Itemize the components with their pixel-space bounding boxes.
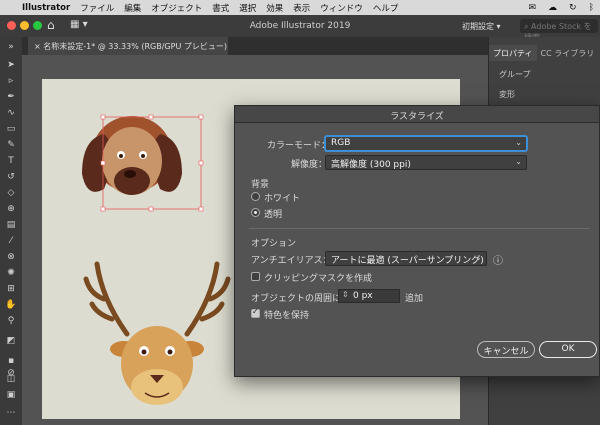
zoom-tool-icon[interactable]: ⚲	[4, 315, 18, 327]
clipping-mask-label[interactable]: クリッピングマスクを作成	[264, 271, 372, 284]
close-tab-icon[interactable]: ×	[34, 42, 43, 51]
resolution-label: 解像度：	[291, 160, 328, 170]
panel-section-group: グループ	[499, 70, 531, 79]
dialog-title: ラスタライズ	[235, 106, 599, 123]
color-mode-select[interactable]: RGB ⌄	[325, 136, 527, 151]
rasterize-dialog: ラスタライズ カラーモード： RGB ⌄ 解像度： 高解像度 (300 ppi)…	[234, 105, 600, 377]
direct-selection-tool-icon[interactable]: ▹	[4, 75, 18, 87]
bg-white-label[interactable]: ホワイト	[264, 191, 300, 204]
panel-section-transform: 変形	[499, 90, 515, 99]
bg-transparent-radio[interactable]	[251, 208, 260, 217]
menubar: Illustrator ファイル 編集 オブジェクト 書式 選択 効果 表示 ウ…	[0, 0, 600, 15]
type-tool-icon[interactable]: T	[4, 155, 18, 167]
artboard-tool-icon[interactable]: ⊞	[4, 283, 18, 295]
app-bar: ⌂ ▦ ▾ Adobe Illustrator 2019 初期設定 ▾ ⌕ Ad…	[0, 15, 600, 42]
workspace-preset[interactable]: 初期設定 ▾	[462, 21, 501, 32]
add-around-label: オブジェクトの周囲に	[251, 294, 342, 304]
menu-type[interactable]: 書式	[212, 2, 229, 14]
tools-panel: » ➤ ▹ ✒ ∿ ▭ ✎ T ↺ ◇ ⊕ ▤ ⁄ ⊗ ✺ ⊞ ✋ ⚲ ◩ ▪ …	[0, 37, 22, 425]
color-mode-label: カラーモード：	[267, 141, 331, 151]
ok-button[interactable]: OK	[539, 341, 597, 358]
search-icon: ⌕	[524, 22, 532, 31]
info-icon[interactable]: ⓘ	[493, 252, 503, 267]
menu-edit[interactable]: 編集	[124, 2, 141, 14]
menu-view[interactable]: 表示	[293, 2, 310, 14]
tab-properties[interactable]: プロパティ	[489, 45, 537, 61]
dog-head-artwork	[82, 114, 204, 212]
menu-select[interactable]: 選択	[239, 2, 256, 14]
selection-tool-icon[interactable]: ➤	[4, 59, 18, 71]
color-mode-value: RGB	[331, 138, 351, 148]
gradient-tool-icon[interactable]: ▤	[4, 219, 18, 231]
add-suffix: 追加	[405, 294, 424, 304]
antialias-label: アンチエイリアス：	[251, 256, 332, 266]
sync-icon[interactable]: ↻	[569, 3, 577, 13]
mail-icon[interactable]: ✉	[529, 3, 537, 13]
menu-app-name[interactable]: Illustrator	[22, 3, 70, 13]
resolution-value: 高解像度 (300 ppi)	[331, 160, 411, 170]
more-tools-icon[interactable]: ⋯	[4, 407, 18, 419]
options-heading: オプション	[251, 239, 297, 249]
eyedropper-tool-icon[interactable]: ⁄	[4, 235, 18, 247]
drawing-mode-icon[interactable]: ◫	[4, 373, 18, 385]
document-tab-bar: × 名称未設定-1* @ 33.33% (RGB/GPU プレビュー)	[22, 37, 488, 55]
menu-window[interactable]: ウィンドウ	[320, 2, 363, 14]
screen-mode-icon[interactable]: ▣	[4, 389, 18, 401]
add-around-input[interactable]: ⇕ 0 px	[338, 289, 400, 303]
rectangle-tool-icon[interactable]: ▭	[4, 123, 18, 135]
rotate-tool-icon[interactable]: ↺	[4, 171, 18, 183]
add-around-value: 0 px	[353, 291, 373, 301]
document-tab[interactable]: × 名称未設定-1* @ 33.33% (RGB/GPU プレビュー)	[28, 37, 228, 55]
symbol-sprayer-tool-icon[interactable]: ✺	[4, 267, 18, 279]
paintbrush-tool-icon[interactable]: ✎	[4, 139, 18, 151]
color-mode-icons[interactable]: ▪ ⊘	[4, 355, 18, 378]
chevron-down-icon: ⌄	[515, 138, 522, 147]
eraser-tool-icon[interactable]: ◇	[4, 187, 18, 199]
chevron-down-icon: ⌄	[475, 253, 482, 262]
stepper-icon[interactable]: ⇕	[342, 290, 349, 299]
resolution-select[interactable]: 高解像度 (300 ppi) ⌄	[325, 155, 527, 170]
bg-transparent-label[interactable]: 透明	[264, 207, 282, 220]
document-tab-label: 名称未設定-1* @ 33.33% (RGB/GPU プレビュー)	[43, 42, 227, 51]
hand-tool-icon[interactable]: ✋	[4, 299, 18, 311]
collapse-icon[interactable]: »	[4, 41, 18, 53]
clipping-mask-checkbox[interactable]	[251, 272, 260, 281]
cancel-button[interactable]: キャンセル	[477, 341, 535, 358]
menu-help[interactable]: ヘルプ	[373, 2, 399, 14]
curvature-tool-icon[interactable]: ∿	[4, 107, 18, 119]
stock-search-input[interactable]: ⌕ Adobe Stock を検索	[520, 19, 598, 42]
blend-tool-icon[interactable]: ⊗	[4, 251, 18, 263]
preserve-spot-checkbox[interactable]	[251, 307, 260, 318]
background-heading: 背景	[251, 180, 270, 190]
pen-tool-icon[interactable]: ✒	[4, 91, 18, 103]
tab-cc-libraries[interactable]: CC ライブラリ	[537, 45, 599, 61]
menu-object[interactable]: オブジェクト	[151, 2, 202, 14]
preserve-spot-label[interactable]: 特色を保持	[264, 308, 309, 321]
menu-file[interactable]: ファイル	[80, 2, 114, 14]
bg-white-radio[interactable]	[251, 192, 260, 201]
shape-builder-tool-icon[interactable]: ⊕	[4, 203, 18, 215]
chevron-down-icon: ⌄	[515, 157, 522, 166]
window-title: Adobe Illustrator 2019	[249, 21, 351, 31]
fill-stroke-icon[interactable]: ◩	[4, 335, 18, 347]
deer-head-artwork	[83, 261, 231, 405]
creative-cloud-icon[interactable]: ☁	[548, 3, 557, 13]
divider	[249, 228, 589, 229]
bluetooth-icon[interactable]: ᛒ	[589, 3, 594, 13]
antialias-value: アートに最適 (スーパーサンプリング)	[331, 256, 484, 266]
menu-effect[interactable]: 効果	[266, 2, 283, 14]
antialias-select[interactable]: アートに最適 (スーパーサンプリング) ⌄	[325, 251, 487, 266]
